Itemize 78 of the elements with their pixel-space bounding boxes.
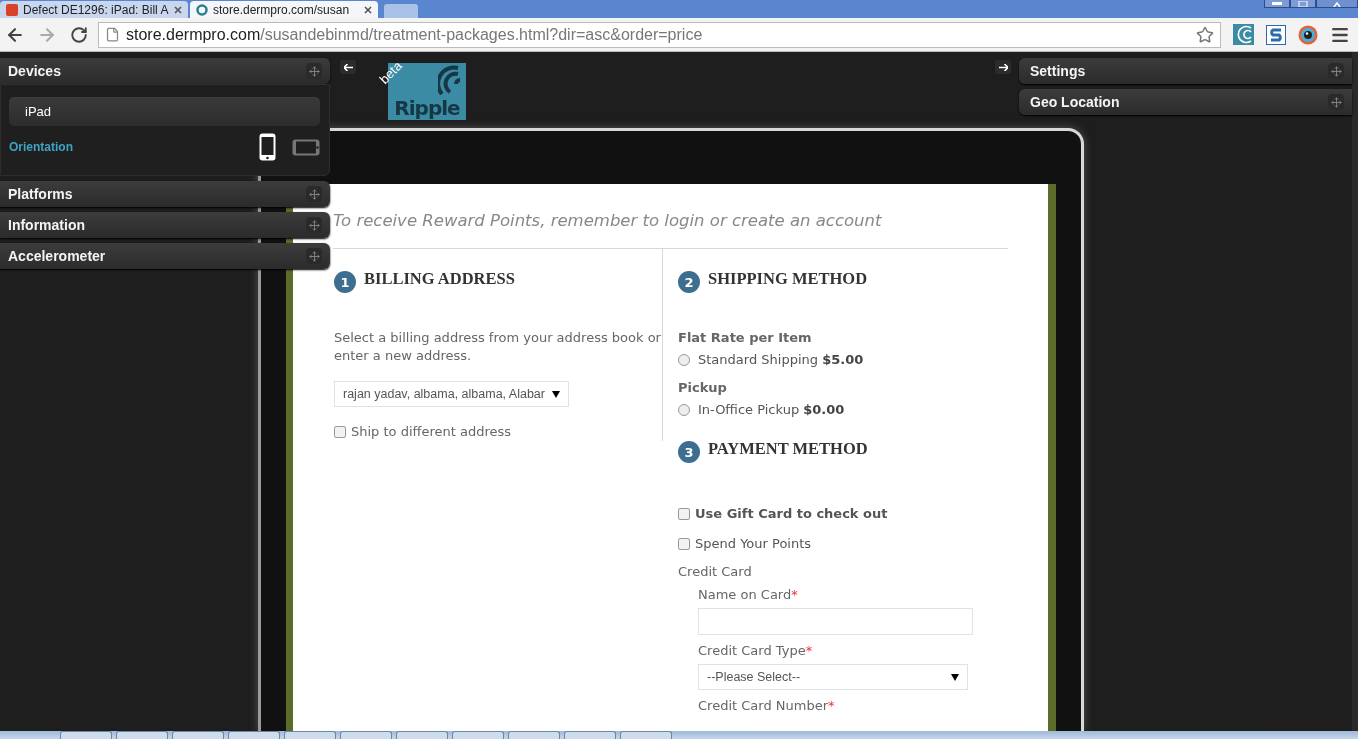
portrait-phone-icon[interactable]	[259, 133, 276, 161]
reward-notice: To receive Reward Points, remember to login or create an account	[333, 211, 1008, 249]
caret-icon	[951, 673, 959, 681]
taskbar-button[interactable]	[60, 731, 112, 739]
minimize-icon	[1272, 1, 1282, 6]
checkbox-label: Spend Your Points	[695, 536, 812, 551]
collapse-left-button[interactable]	[340, 60, 356, 74]
move-icon[interactable]	[1328, 63, 1344, 79]
panel-header[interactable]: Information	[0, 212, 330, 238]
collapse-right-button[interactable]	[995, 60, 1011, 74]
taskbar-button[interactable]	[620, 731, 672, 739]
app-logo-icon	[6, 3, 18, 16]
checkbox[interactable]	[678, 507, 690, 520]
option-label: Standard Shipping $5.00	[698, 352, 864, 367]
move-icon[interactable]	[306, 217, 322, 233]
taskbar-button[interactable]	[284, 731, 336, 739]
move-icon[interactable]	[306, 248, 322, 264]
orientation-label: Orientation	[9, 140, 74, 154]
panel-header[interactable]: Platforms	[0, 181, 330, 207]
minimize-button[interactable]	[1264, 0, 1290, 8]
step-number: 2	[678, 271, 700, 293]
field-label: Credit Card Number*	[698, 698, 836, 713]
taskbar-button[interactable]	[396, 731, 448, 739]
browser-tab[interactable]: Defect DE1296: iPad: Bill A	[0, 1, 188, 18]
section-title: SHIPPING METHOD	[708, 269, 868, 289]
taskbar-button[interactable]	[172, 731, 224, 739]
browser-tab[interactable]: store.dermpro.com/susan	[190, 1, 378, 18]
move-icon[interactable]	[1328, 94, 1344, 110]
step-number: 1	[334, 271, 356, 293]
taskbar-button[interactable]	[564, 731, 616, 739]
taskbar-button[interactable]	[340, 731, 392, 739]
taskbar-button[interactable]	[508, 731, 560, 739]
instruction-text: Select a billing address from your address book or enter a new address.	[334, 329, 662, 365]
bookmark-star-icon[interactable]	[1196, 25, 1214, 44]
address-select[interactable]: rajan yadav, albama, albama, Alabar	[334, 381, 569, 407]
ring-logo-icon	[196, 3, 208, 16]
swirl-icon	[438, 65, 462, 97]
move-icon[interactable]	[306, 63, 322, 79]
panel-header[interactable]: Settings	[1019, 58, 1352, 84]
section-title: PAYMENT METHOD	[708, 439, 868, 459]
option-label: In-Office Pickup $0.00	[698, 402, 845, 417]
group-name: Pickup	[678, 380, 728, 395]
radio-button[interactable]	[678, 353, 690, 366]
device-select[interactable]: iPad	[9, 97, 320, 126]
card-type-select[interactable]: --Please Select--	[698, 664, 968, 690]
checkbox[interactable]	[334, 425, 346, 438]
group-name: Flat Rate per Item	[678, 330, 813, 345]
taskbar-button[interactable]	[116, 731, 168, 739]
page-icon	[105, 27, 120, 42]
section-title: BILLING ADDRESS	[364, 269, 515, 289]
logo-text: Ripple	[394, 96, 460, 120]
taskbar-button[interactable]	[228, 731, 280, 739]
field-label: Credit Card Type*	[698, 643, 814, 658]
landscape-phone-icon[interactable]	[292, 138, 320, 156]
move-icon[interactable]	[306, 186, 322, 202]
maximize-button[interactable]	[1290, 0, 1316, 8]
s-extension-icon[interactable]	[1266, 24, 1286, 45]
taskbar-button[interactable]	[452, 731, 504, 739]
panel-header[interactable]: Geo Location	[1019, 89, 1352, 115]
checkbox-label: Use Gift Card to check out	[695, 506, 888, 521]
method-label: Credit Card	[678, 564, 753, 579]
input-field[interactable]	[698, 608, 973, 635]
reload-icon[interactable]	[70, 25, 88, 44]
step-number: 3	[678, 441, 700, 463]
field-label: Name on Card*	[698, 587, 799, 602]
panel-header[interactable]: Accelerometer	[0, 243, 330, 269]
address-bar[interactable]: store.dermpro.com/susandebinmd/treatment-packages.html?dir=asc&order=price	[98, 21, 1221, 48]
left-arrow-icon	[343, 63, 353, 71]
maximize-icon	[1298, 0, 1308, 7]
radio-button[interactable]	[678, 403, 690, 416]
panel-header[interactable]: Devices	[0, 58, 330, 84]
caret-icon	[552, 390, 560, 398]
checkbox[interactable]	[678, 537, 690, 550]
eye-extension-icon[interactable]	[1298, 24, 1318, 45]
beta-label: beta	[376, 58, 405, 87]
wave-extension-icon[interactable]	[1233, 24, 1254, 45]
checkbox-label: Ship to different address	[351, 424, 512, 439]
right-arrow-icon	[998, 63, 1008, 71]
